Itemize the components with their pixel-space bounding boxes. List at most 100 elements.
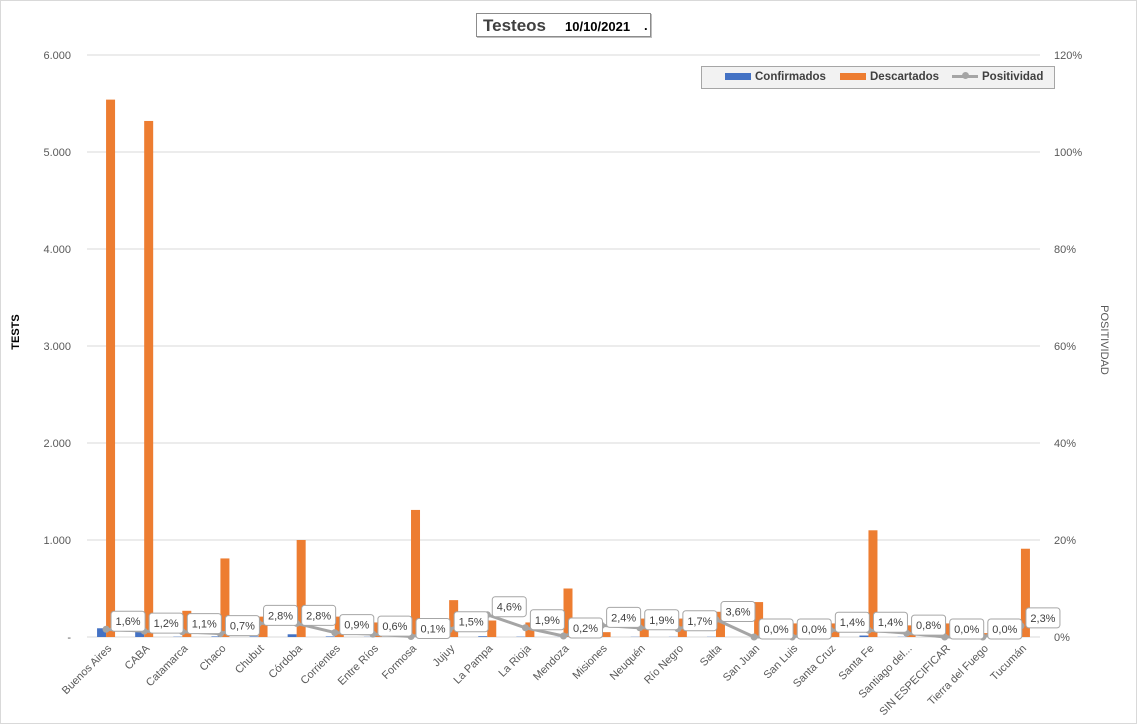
bars xyxy=(97,99,1030,638)
data-label-text: 1,9% xyxy=(649,615,674,627)
legend-item-confirmados: Confirmados xyxy=(725,71,826,83)
positivity-label-santa-cruz: 1,4% xyxy=(834,611,870,633)
x-tick-label-catamarca: Catamarca xyxy=(144,642,191,689)
y-axis-title: TESTS xyxy=(10,314,22,349)
data-label-text: 0,0% xyxy=(764,624,789,636)
data-label-text: 1,5% xyxy=(459,617,484,629)
data-label-text: 0,6% xyxy=(382,621,407,633)
x-axis: Buenos Aires CABACatamarca Chaco Chubut Córd… xyxy=(60,642,1029,718)
legend-item-descartados: Descartados xyxy=(840,71,939,83)
positivity-label-tucuman: 2,3% xyxy=(1025,607,1061,629)
positivity-label-santiago-del: 0,8% xyxy=(911,614,947,636)
positivity-label-tierra-del-fuego: 0,0% xyxy=(987,618,1023,640)
x-tick-label-caba: CABA xyxy=(123,642,153,672)
data-label-text: 0,0% xyxy=(954,624,979,636)
data-label-text: 0,0% xyxy=(992,624,1017,636)
legend-swatch-descartados xyxy=(840,73,866,81)
positivity-point-mendoza xyxy=(560,632,567,640)
positivity-point-la-rioja xyxy=(521,624,529,632)
legend-marker-positividad xyxy=(952,72,978,80)
x-tick-label-cordoba: Córdoba xyxy=(266,642,305,681)
data-label-text: 2,3% xyxy=(1030,613,1055,625)
title-dot: . xyxy=(644,18,648,33)
data-labels: 1,6% 1,2% 1,1% 0,7% 2,8% 2,8% 0,9% 0,6% 0,1% 1,5%… xyxy=(110,596,1061,640)
data-label-text: 2,4% xyxy=(611,612,636,624)
data-label-text: 1,1% xyxy=(192,619,217,631)
y-axis-left: - 1.000 2.000 3.000 4.000 5.000 6.000 xyxy=(43,50,71,644)
positivity-label-la-pampa: 4,6% xyxy=(491,596,527,618)
bar-confirmados-cordoba xyxy=(287,634,297,637)
data-label-text: 0,7% xyxy=(230,621,255,633)
data-label-text: 1,4% xyxy=(878,617,903,629)
bar-confirmados-santa-fe xyxy=(859,635,869,637)
gridlines xyxy=(87,54,1040,638)
data-label-text: 1,2% xyxy=(154,618,179,630)
positivity-label-san-juan: 0,0% xyxy=(758,618,794,640)
x-tick-label-formosa: Formosa xyxy=(380,642,420,682)
bar-descartados-formosa xyxy=(411,509,421,637)
positivity-label-caba: 1,2% xyxy=(148,612,184,634)
x-tick-label-salta: Salta xyxy=(698,642,725,669)
positivity-label-chubut: 2,8% xyxy=(263,604,299,626)
positivity-label-mendoza: 0,2% xyxy=(568,617,603,639)
y-tick-label: 4.000 xyxy=(43,244,71,256)
y-tick-label: 5.000 xyxy=(43,147,71,159)
x-tick-label-misiones: Misiones xyxy=(571,642,611,682)
positivity-label-santa-fe: 1,4% xyxy=(872,611,908,633)
x-tick-label-buenos-aires: Buenos Aires xyxy=(60,642,115,697)
data-label-text: 0,9% xyxy=(344,620,369,632)
chart-date: 10/10/2021 xyxy=(565,19,631,34)
x-tick-label-sin-especificar: SIN ESPECIFICAR xyxy=(877,643,953,719)
positivity-label-formosa: 0,1% xyxy=(415,618,451,640)
bar-confirmados-la-pampa xyxy=(478,636,488,637)
data-label-text: 0,0% xyxy=(802,624,827,636)
legend: Confirmados Descartados Positividad xyxy=(701,66,1055,89)
data-label-text: 2,8% xyxy=(306,610,331,622)
positivity-point-san-juan xyxy=(750,633,758,641)
chart-title-box: Testeos 10/10/2021 . xyxy=(476,13,651,37)
data-label-text: 2,8% xyxy=(268,610,293,622)
y-tick-label: 3.000 xyxy=(43,341,71,353)
y-tick-label: 2.000 xyxy=(43,438,71,450)
x-tick-label-la-rioja: La Rioja xyxy=(496,642,534,680)
y2-tick-label: 0% xyxy=(1054,632,1070,644)
y-tick-label: 1.000 xyxy=(43,535,71,547)
positivity-point-buenos-aires xyxy=(102,625,110,633)
y2-tick-label: 100% xyxy=(1054,147,1082,159)
data-label-text: 1,4% xyxy=(840,617,865,629)
bar-confirmados-corrientes xyxy=(325,636,335,637)
x-tick-label-chubut: Chubut xyxy=(233,643,267,677)
positivity-label-catamarca: 1,1% xyxy=(186,613,222,635)
x-tick-label-rio-negro: Río Negro xyxy=(642,643,686,687)
positivity-point-corrientes xyxy=(331,629,339,637)
positivity-label-neuquen: 1,9% xyxy=(644,609,680,631)
chart-canvas: - 1.000 2.000 3.000 4.000 5.000 6.000 0% 20% 40%… xyxy=(10,50,1110,718)
data-label-text: 0,1% xyxy=(420,624,445,636)
positivity-label-buenos-aires: 1,6% xyxy=(110,610,146,632)
positivity-label-sin-especificar: 0,0% xyxy=(949,618,985,640)
data-label-text: 0,8% xyxy=(916,620,941,632)
data-label-text: 3,6% xyxy=(725,607,750,619)
positivity-label-rio-negro: 1,7% xyxy=(682,610,718,632)
data-label-text: 1,9% xyxy=(535,615,560,627)
positivity-label-corrientes: 0,9% xyxy=(339,614,375,636)
legend-label-confirmados: Confirmados xyxy=(755,71,826,83)
positivity-label-misiones: 2,4% xyxy=(606,606,642,628)
x-tick-label-mendoza: Mendoza xyxy=(531,642,572,683)
legend-label-positividad: Positividad xyxy=(982,71,1044,83)
x-tick-label-san-juan: San Juan xyxy=(721,643,762,684)
x-tick-label-la-pampa: La Pampa xyxy=(451,642,496,687)
bar-descartados-caba xyxy=(144,120,154,637)
data-label-text: 1,6% xyxy=(116,616,141,628)
x-tick-label-jujuy: Jujuy xyxy=(431,642,458,669)
y2-tick-label: 20% xyxy=(1054,535,1076,547)
positivity-label-la-rioja: 1,9% xyxy=(529,609,565,631)
x-tick-label-san-luis: San Luis xyxy=(762,642,801,681)
y-tick-label: - xyxy=(67,632,71,644)
data-label-text: 4,6% xyxy=(497,602,522,614)
chart-title: Testeos xyxy=(483,16,546,35)
y-tick-label: 6.000 xyxy=(43,50,71,62)
positivity-label-salta: 3,6% xyxy=(720,601,756,623)
y2-axis-title: POSITIVIDAD xyxy=(1098,305,1110,375)
positivity-label-entre-rios: 0,6% xyxy=(377,615,413,637)
